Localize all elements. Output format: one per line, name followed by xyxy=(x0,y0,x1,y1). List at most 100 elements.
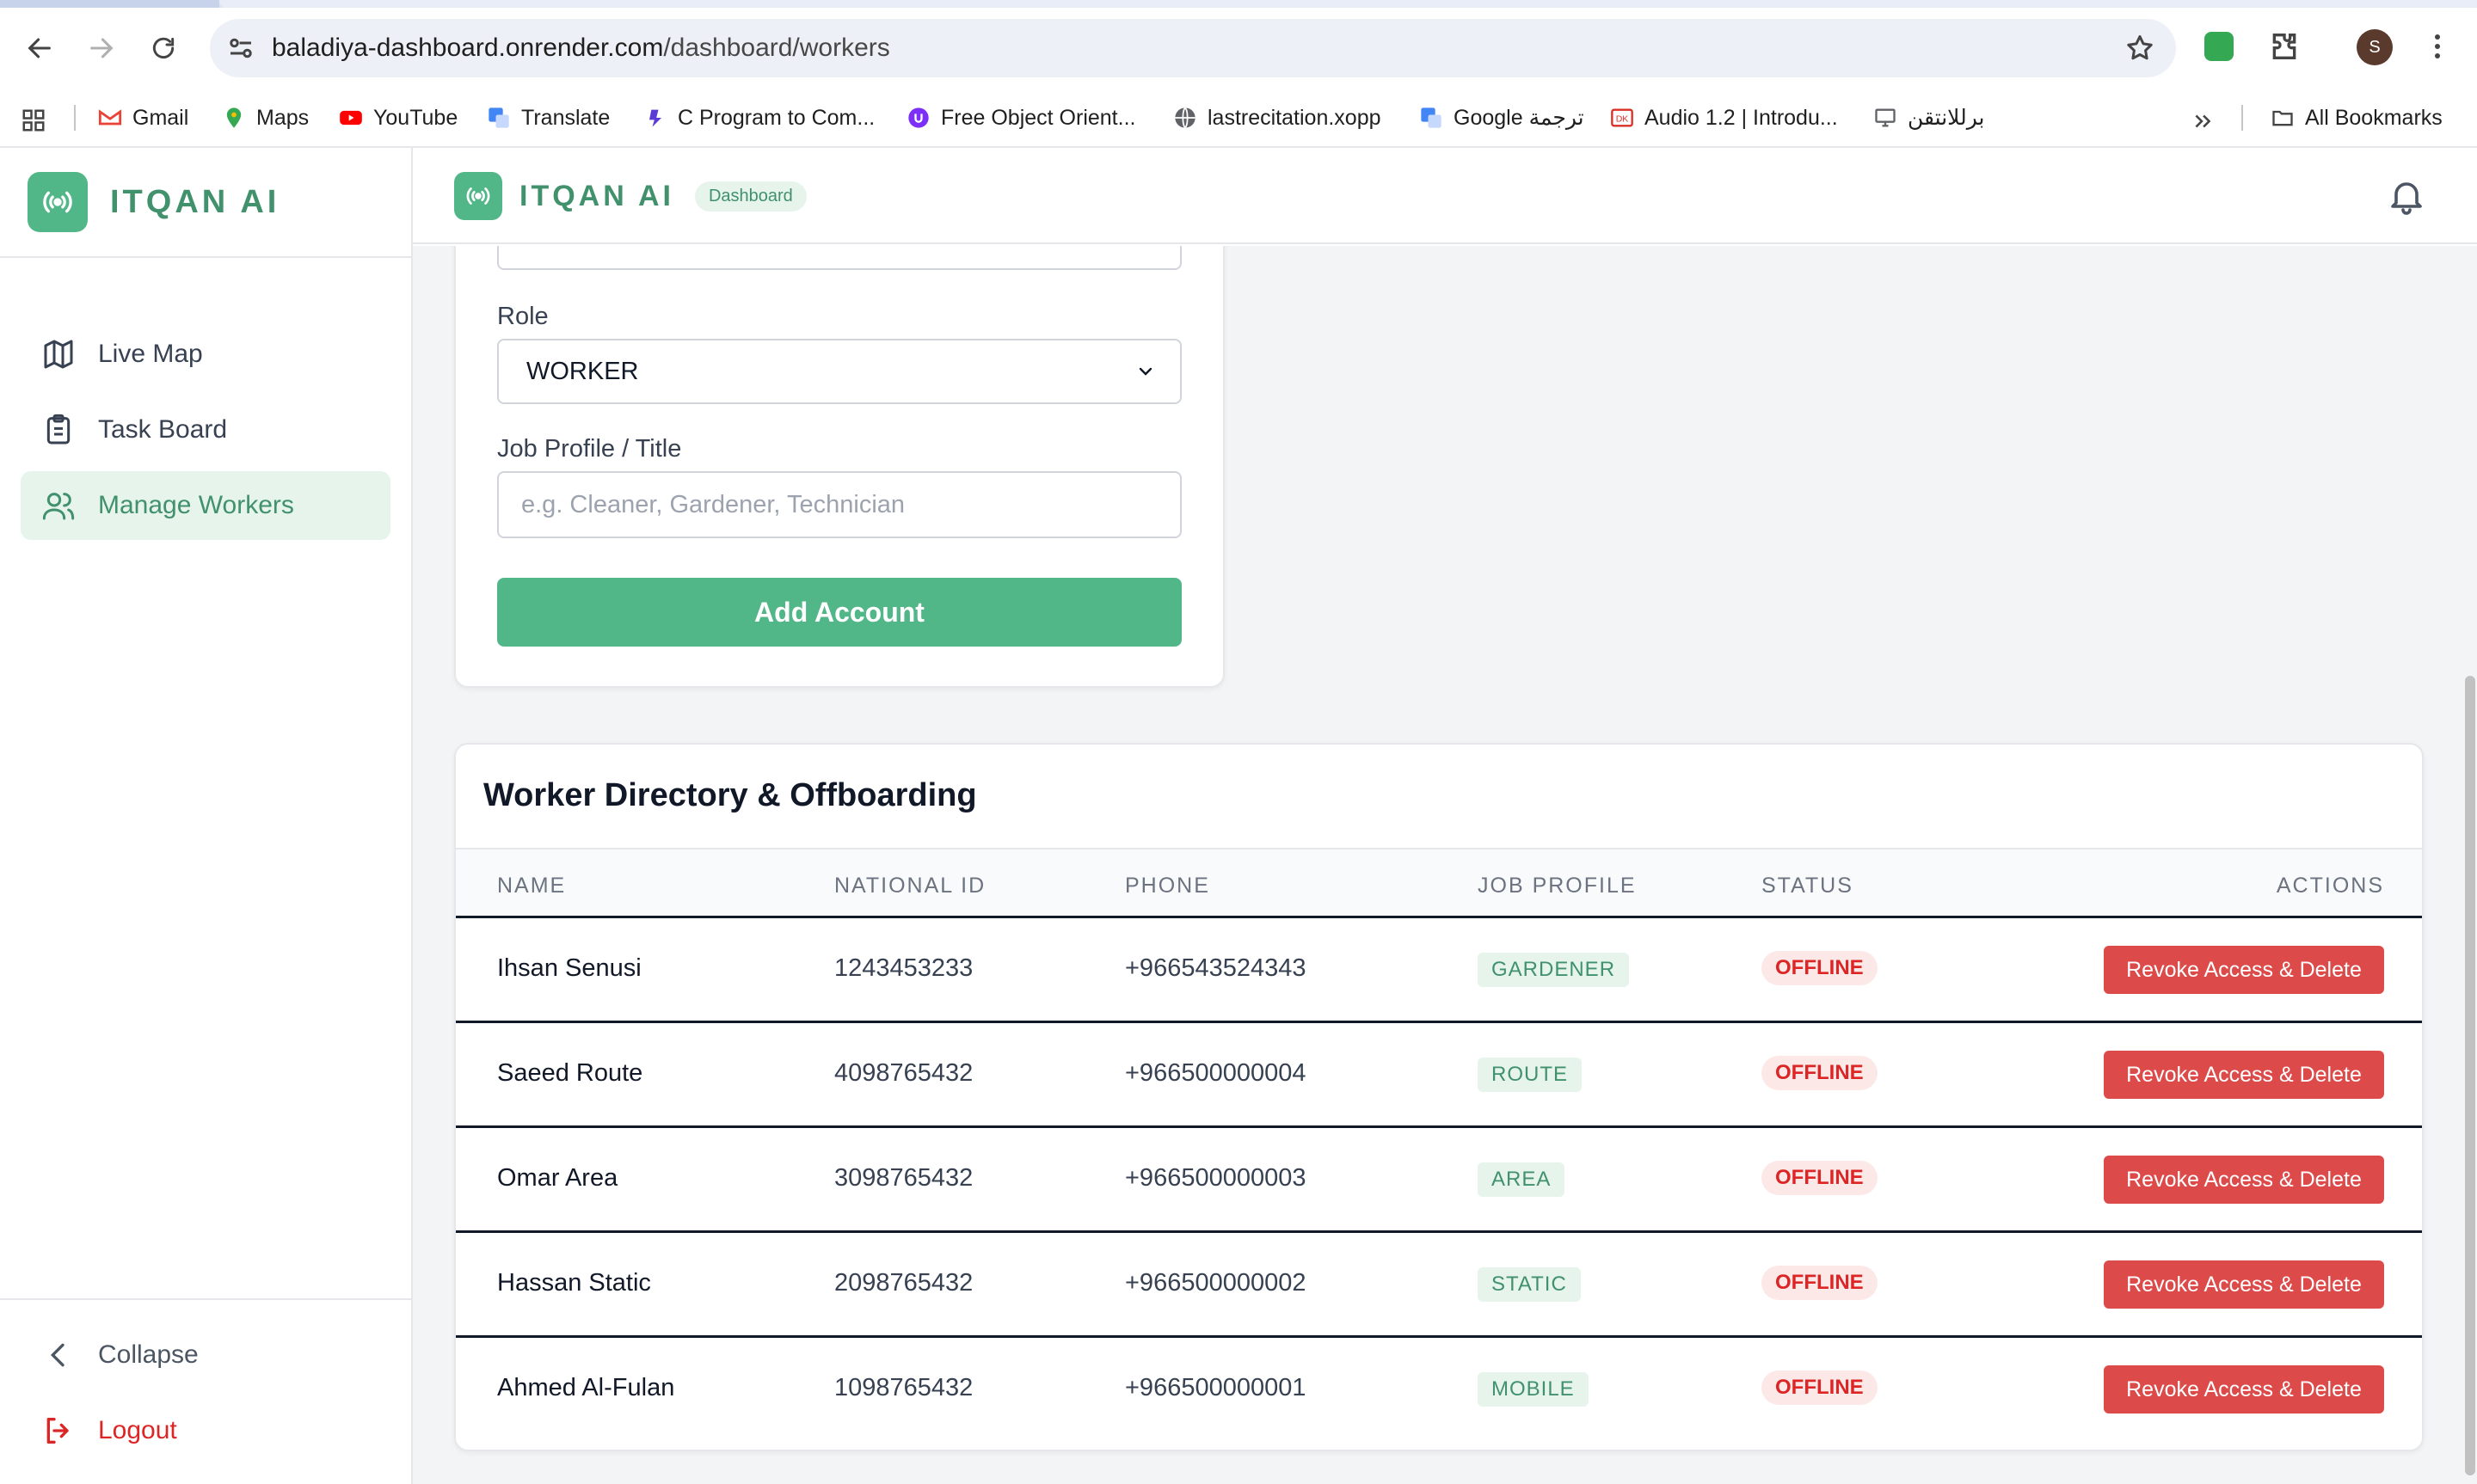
reload-icon xyxy=(152,37,175,58)
add-account-button[interactable]: Add Account xyxy=(497,578,1182,647)
bookmark-c-program[interactable]: C Program to Com... xyxy=(643,103,875,132)
table-row: Ihsan Senusi 1243453233 +966543524343 GA… xyxy=(456,918,2422,1023)
table-header: NAME NATIONAL ID PHONE JOB PROFILE STATU… xyxy=(456,848,2422,918)
arrow-left-icon xyxy=(28,38,51,58)
bookmark-translate[interactable]: Translate xyxy=(487,103,610,132)
status-badge: OFFLINE xyxy=(1761,1161,1878,1195)
arrow-right-icon xyxy=(90,38,114,58)
worker-phone: +966500000001 xyxy=(1125,1374,1306,1401)
maps-icon xyxy=(226,107,242,128)
header-brand[interactable]: ITQAN AI Dashboard xyxy=(454,172,807,220)
worker-phone: +966500000003 xyxy=(1125,1164,1306,1192)
header-brand-name: ITQAN AI xyxy=(519,179,674,212)
map-icon xyxy=(44,340,73,369)
bookmark-oop[interactable]: Free Object Orient... xyxy=(907,103,1135,132)
status-badge: OFFLINE xyxy=(1761,1266,1878,1300)
active-tab[interactable] xyxy=(219,0,2477,8)
job-profile-input[interactable] xyxy=(497,471,1182,538)
bookmark-audio[interactable]: DK Audio 1.2 | Introdu... xyxy=(1610,103,1838,132)
reload-button[interactable] xyxy=(141,26,186,71)
revoke-delete-button[interactable]: Revoke Access & Delete xyxy=(2104,1156,2384,1204)
bookmark-favicon xyxy=(649,109,661,127)
worker-phone: +966543524343 xyxy=(1125,954,1306,982)
star-icon[interactable] xyxy=(2124,33,2155,64)
job-profile-label: Job Profile / Title xyxy=(497,435,682,463)
monitor-icon xyxy=(1875,108,1896,127)
dashboard-badge: Dashboard xyxy=(694,181,807,212)
forward-button[interactable] xyxy=(79,26,124,71)
extension-icon[interactable] xyxy=(2204,32,2234,61)
collapse-button[interactable]: Collapse xyxy=(21,1321,390,1389)
site-info-icon[interactable] xyxy=(225,33,256,64)
column-header-actions: ACTIONS xyxy=(2276,874,2384,898)
worker-name: Saeed Route xyxy=(497,1059,643,1087)
divider xyxy=(0,256,411,258)
column-header-job-profile: JOB PROFILE xyxy=(1478,874,1637,898)
scrollbar-thumb[interactable] xyxy=(2465,676,2475,1475)
apps-grid-icon[interactable] xyxy=(21,107,46,133)
table-row: Omar Area 3098765432 +966500000003 AREA … xyxy=(456,1128,2422,1233)
sidebar-item-task-board[interactable]: Task Board xyxy=(21,396,390,464)
worker-national-id: 3098765432 xyxy=(834,1164,974,1192)
globe-icon xyxy=(1175,107,1195,129)
worker-national-id: 1243453233 xyxy=(834,954,974,982)
chevrons-right-icon[interactable] xyxy=(2191,110,2214,132)
worker-name: Ahmed Al-Fulan xyxy=(497,1374,675,1401)
bookmarks-separator xyxy=(2241,105,2243,131)
previous-field-input[interactable] xyxy=(497,246,1182,270)
clipboard-icon xyxy=(46,414,71,445)
revoke-delete-button[interactable]: Revoke Access & Delete xyxy=(2104,1365,2384,1413)
url-path: /dashboard/workers xyxy=(663,34,890,62)
broadcast-icon xyxy=(28,172,88,232)
role-select[interactable]: WORKER xyxy=(497,339,1182,404)
sidebar-item-label: Task Board xyxy=(98,415,228,444)
sidebar-item-manage-workers[interactable]: Manage Workers xyxy=(21,471,390,540)
scrollbar[interactable] xyxy=(2460,246,2477,1484)
revoke-delete-button[interactable]: Revoke Access & Delete xyxy=(2104,1260,2384,1309)
youtube-icon xyxy=(340,110,362,126)
svg-text:DK: DK xyxy=(1616,114,1629,125)
translate-icon xyxy=(1421,107,1441,128)
profile-avatar[interactable]: S xyxy=(2357,29,2393,65)
bookmark-xopp[interactable]: lastrecitation.xopp xyxy=(1173,103,1381,132)
worker-name: Hassan Static xyxy=(497,1269,651,1297)
puzzle-icon[interactable] xyxy=(2267,29,2302,64)
bookmark-google-translate-ar[interactable]: Google ترجمة xyxy=(1419,103,1584,132)
worker-national-id: 4098765432 xyxy=(834,1059,974,1087)
chevron-left-icon xyxy=(50,1343,65,1367)
column-header-phone: PHONE xyxy=(1125,874,1210,898)
role-label: Role xyxy=(497,303,549,330)
back-button[interactable] xyxy=(17,26,62,71)
bookmark-gmail[interactable]: Gmail xyxy=(98,103,188,132)
url-text[interactable]: baladiya-dashboard.onrender.com/dashboar… xyxy=(272,33,890,64)
inactive-tab[interactable] xyxy=(0,0,219,8)
column-header-name: NAME xyxy=(497,874,567,898)
directory-title: Worker Directory & Offboarding xyxy=(483,777,977,813)
revoke-delete-button[interactable]: Revoke Access & Delete xyxy=(2104,1051,2384,1099)
job-profile-badge: AREA xyxy=(1478,1162,1565,1197)
bookmark-youtube[interactable]: YouTube xyxy=(339,103,458,132)
browser-menu-icon[interactable] xyxy=(2427,29,2448,64)
job-profile-badge: GARDENER xyxy=(1478,953,1630,987)
all-bookmarks[interactable]: All Bookmarks xyxy=(2271,103,2443,132)
logout-button[interactable]: Logout xyxy=(21,1396,390,1465)
status-badge: OFFLINE xyxy=(1761,951,1878,985)
worker-national-id: 1098765432 xyxy=(834,1374,974,1401)
sidebar-item-live-map[interactable]: Live Map xyxy=(21,320,390,389)
revoke-delete-button[interactable]: Revoke Access & Delete xyxy=(2104,946,2384,994)
bell-icon[interactable] xyxy=(2386,175,2427,217)
add-worker-form: Role WORKER Job Profile / Title Add Acco… xyxy=(454,246,1225,688)
bookmark-arabic[interactable]: برللانتقن xyxy=(1873,103,1984,132)
worker-phone: +966500000002 xyxy=(1125,1269,1306,1297)
browser-chrome: baladiya-dashboard.onrender.com/dashboar… xyxy=(0,0,2477,148)
bookmarks-bar: Gmail Maps YouTube Translate C Program t… xyxy=(0,96,2477,139)
divider xyxy=(0,1298,411,1300)
table-row: Hassan Static 2098765432 +966500000002 S… xyxy=(456,1233,2422,1338)
bookmark-maps[interactable]: Maps xyxy=(222,103,309,132)
address-bar[interactable]: baladiya-dashboard.onrender.com/dashboar… xyxy=(210,19,2176,77)
sidebar-brand[interactable]: ITQAN AI xyxy=(28,172,280,232)
tab-strip xyxy=(0,0,2477,8)
main-content: Role WORKER Job Profile / Title Add Acco… xyxy=(413,246,2477,1484)
broadcast-icon xyxy=(454,172,502,220)
users-icon xyxy=(42,493,75,520)
